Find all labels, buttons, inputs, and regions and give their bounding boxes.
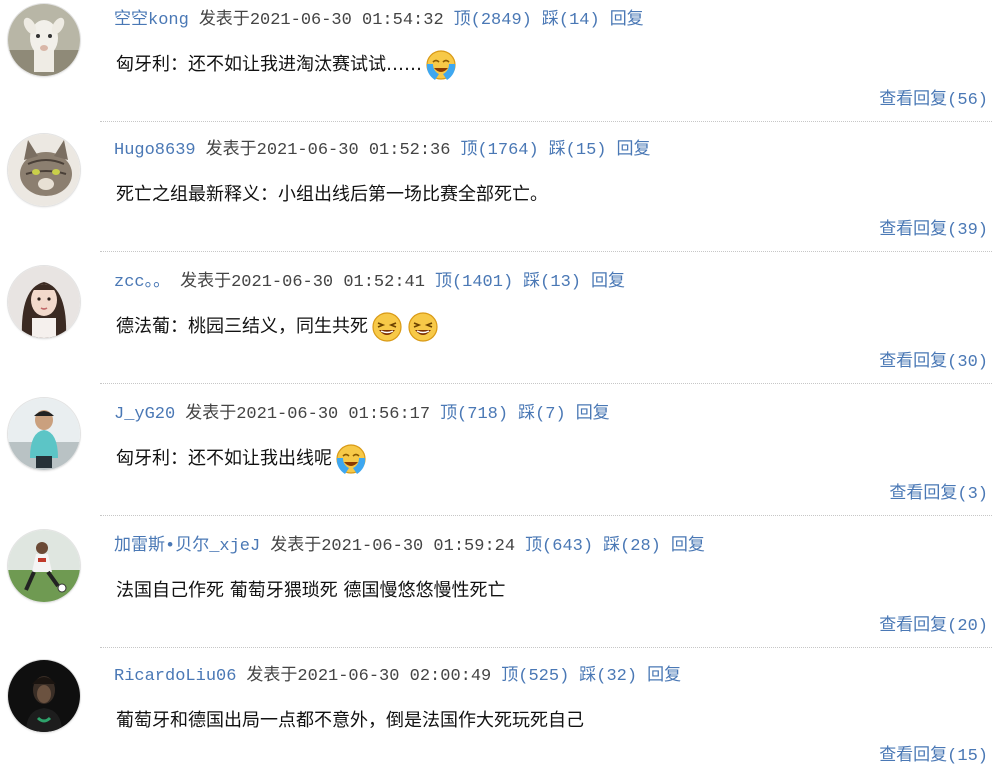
comment-list: 空空kong 发表于2021-06-30 01:54:32 顶(2849) 踩(14)… — [0, 0, 1000, 767]
downvote-button[interactable]: 踩(32) — [579, 667, 637, 686]
woman-avatar[interactable] — [8, 266, 80, 338]
username-link[interactable]: RicardoLiu06 — [114, 667, 236, 686]
view-replies-link[interactable]: 查看回复(15) — [879, 744, 988, 770]
post-time-label: 发表于2021-06-30 01:59:24 — [270, 537, 515, 556]
username-link[interactable]: 空空kong — [114, 11, 189, 30]
post-datetime: 2021-06-30 02:00:49 — [297, 667, 492, 686]
comment-meta: J_yG20 发表于2021-06-30 01:56:17 顶(718) 踩(7) 回复 — [114, 402, 610, 428]
goat-avatar[interactable] — [8, 4, 80, 76]
comment-divider — [100, 515, 992, 516]
comment-text: 匈牙利：还不如让我出线呢 — [116, 442, 368, 476]
posted-prefix: 发表于 — [185, 405, 237, 424]
comment-meta: RicardoLiu06 发表于2021-06-30 02:00:49 顶(525)… — [114, 664, 681, 690]
downvote-button[interactable]: 踩(28) — [603, 537, 661, 556]
username-link[interactable]: Hugo8639 — [114, 141, 196, 160]
comment-divider — [100, 383, 992, 384]
reply-button[interactable]: 回复 — [576, 405, 610, 424]
cat-avatar[interactable] — [8, 134, 80, 206]
comment-text: 死亡之组最新释义：小组出线后第一场比赛全部死亡。 — [116, 178, 548, 212]
view-replies-link[interactable]: 查看回复(39) — [879, 218, 988, 244]
comment-text: 德法葡：桃园三结义，同生共死 — [116, 310, 440, 344]
username-link[interactable]: J_yG20 — [114, 405, 175, 424]
username-link[interactable]: zcc。。 — [114, 273, 170, 292]
post-datetime: 2021-06-30 01:56:17 — [236, 405, 431, 424]
upvote-button[interactable]: 顶(1401) — [435, 273, 513, 292]
post-datetime: 2021-06-30 01:59:24 — [321, 537, 516, 556]
comment-text: 葡萄牙和德国出局一点都不意外，倒是法国作大死玩死自己 — [116, 704, 584, 738]
post-time-label: 发表于2021-06-30 01:56:17 — [185, 405, 430, 424]
comment-text: 法国自己作死 葡萄牙猥琐死 德国慢悠悠慢性死亡 — [116, 574, 505, 608]
username-link[interactable]: 加雷斯•贝尔_xjeJ — [114, 537, 260, 556]
laughing-emoji — [406, 310, 440, 344]
comment-meta: 空空kong 发表于2021-06-30 01:54:32 顶(2849) 踩(14)… — [114, 8, 644, 34]
man-avatar[interactable] — [8, 398, 80, 470]
upvote-button[interactable]: 顶(2849) — [454, 11, 532, 30]
upvote-button[interactable]: 顶(718) — [440, 405, 508, 424]
comment-text-content: 匈牙利：还不如让我出线呢 — [116, 448, 332, 469]
post-datetime: 2021-06-30 01:52:41 — [231, 273, 425, 292]
reply-button[interactable]: 回复 — [610, 11, 644, 30]
view-replies-link[interactable]: 查看回复(20) — [879, 614, 988, 640]
downvote-button[interactable]: 踩(15) — [549, 141, 607, 160]
post-time-label: 发表于2021-06-30 02:00:49 — [246, 667, 491, 686]
posted-prefix: 发表于 — [198, 11, 250, 30]
upvote-button[interactable]: 顶(525) — [501, 667, 569, 686]
crying-laugh-emoji — [424, 48, 458, 82]
downvote-button[interactable]: 踩(13) — [523, 273, 581, 292]
downvote-button[interactable]: 踩(7) — [518, 405, 566, 424]
reply-button[interactable]: 回复 — [617, 141, 651, 160]
dark-portrait-avatar[interactable] — [8, 660, 80, 732]
comment-divider — [100, 251, 992, 252]
upvote-button[interactable]: 顶(643) — [525, 537, 593, 556]
comment-text-content: 匈牙利：还不如让我进淘汰赛试试…… — [116, 54, 422, 75]
view-replies-link[interactable]: 查看回复(30) — [879, 350, 988, 376]
post-time-label: 发表于2021-06-30 01:52:41 — [180, 273, 425, 292]
reply-button[interactable]: 回复 — [591, 273, 625, 292]
comment-text-content: 葡萄牙和德国出局一点都不意外，倒是法国作大死玩死自己 — [116, 710, 584, 731]
comment-meta: Hugo8639 发表于2021-06-30 01:52:36 顶(1764) 踩(1… — [114, 138, 651, 164]
laughing-emoji — [370, 310, 404, 344]
comment-text-content: 德法葡：桃园三结义，同生共死 — [116, 316, 368, 337]
upvote-button[interactable]: 顶(1764) — [460, 141, 538, 160]
posted-prefix: 发表于 — [180, 273, 232, 292]
post-datetime: 2021-06-30 01:52:36 — [256, 141, 451, 160]
posted-prefix: 发表于 — [246, 667, 298, 686]
post-time-label: 发表于2021-06-30 01:52:36 — [206, 141, 451, 160]
reply-button[interactable]: 回复 — [647, 667, 681, 686]
posted-prefix: 发表于 — [205, 141, 257, 160]
post-time-label: 发表于2021-06-30 01:54:32 — [199, 11, 444, 30]
view-replies-link[interactable]: 查看回复(56) — [879, 88, 988, 114]
comment-meta: 加雷斯•贝尔_xjeJ 发表于2021-06-30 01:59:24 顶(643) 踩… — [114, 534, 705, 560]
post-datetime: 2021-06-30 01:54:32 — [249, 11, 444, 30]
comment-meta: zcc。。 发表于2021-06-30 01:52:41 顶(1401) 踩(13) 回… — [114, 270, 625, 296]
downvote-button[interactable]: 踩(14) — [542, 11, 600, 30]
reply-button[interactable]: 回复 — [671, 537, 705, 556]
comment-divider — [100, 647, 992, 648]
soccer-player-avatar[interactable] — [8, 530, 80, 602]
comment-text-content: 死亡之组最新释义：小组出线后第一场比赛全部死亡。 — [116, 184, 548, 205]
comment-text: 匈牙利：还不如让我进淘汰赛试试…… — [116, 48, 458, 82]
comment-text-content: 法国自己作死 葡萄牙猥琐死 德国慢悠悠慢性死亡 — [116, 580, 506, 601]
posted-prefix: 发表于 — [270, 537, 322, 556]
view-replies-link[interactable]: 查看回复(3) — [889, 482, 988, 508]
crying-laugh-emoji — [334, 442, 368, 476]
comment-divider — [100, 121, 992, 122]
